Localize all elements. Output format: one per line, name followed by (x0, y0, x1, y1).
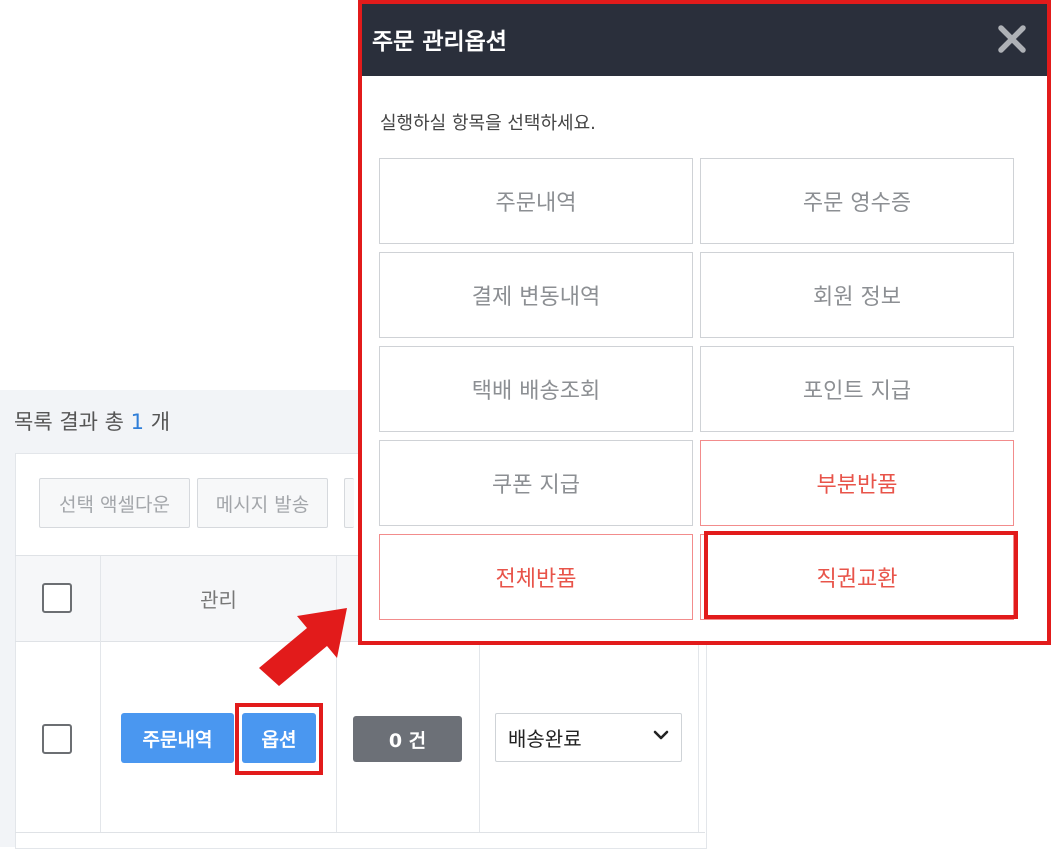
divider (15, 832, 705, 833)
result-count-number: 1 (130, 410, 145, 434)
option-highlight-box (235, 703, 323, 775)
column-divider (336, 556, 337, 832)
toolbar-button-partial[interactable] (344, 478, 354, 528)
select-all-checkbox[interactable] (42, 583, 72, 613)
status-select-value: 배송완료 (508, 727, 582, 751)
order-history-button[interactable]: 주문내역 (121, 713, 234, 763)
result-suffix: 개 (150, 410, 171, 434)
send-message-button[interactable]: 메시지 발송 (197, 478, 328, 528)
option-partial-return[interactable]: 부분반품 (700, 440, 1014, 526)
option-payment-changes[interactable]: 결제 변동내역 (379, 252, 693, 338)
count-badge-button[interactable]: 0 건 (353, 716, 462, 762)
close-icon[interactable] (995, 22, 1029, 56)
option-member-info[interactable]: 회원 정보 (700, 252, 1014, 338)
excel-download-button[interactable]: 선택 액셀다운 (39, 478, 190, 528)
option-full-return[interactable]: 전체반품 (379, 534, 693, 620)
status-select[interactable]: 배송완료 (495, 713, 682, 762)
modal-header: 주문 관리옵션 (362, 4, 1047, 76)
pointer-arrow-icon (259, 608, 347, 686)
option-order-receipt[interactable]: 주문 영수증 (700, 158, 1014, 244)
option-grant-coupon[interactable]: 쿠폰 지급 (379, 440, 693, 526)
option-order-history[interactable]: 주문내역 (379, 158, 693, 244)
option-delivery-tracking[interactable]: 택배 배송조회 (379, 346, 693, 432)
row-checkbox[interactable] (42, 724, 72, 754)
chevron-down-icon (653, 730, 669, 740)
result-prefix: 목록 결과 총 (14, 410, 124, 434)
modal-message: 실행하실 항목을 선택하세요. (380, 113, 596, 134)
option-grant-points[interactable]: 포인트 지급 (700, 346, 1014, 432)
column-divider (479, 641, 480, 832)
modal-title: 주문 관리옵션 (372, 29, 507, 55)
exchange-highlight-box (704, 531, 1018, 619)
order-options-modal: 주문 관리옵션 실행하실 항목을 선택하세요. 주문내역 주문 영수증 결제 변… (358, 0, 1051, 645)
column-divider (698, 641, 699, 832)
result-count: 목록 결과 총 1 개 (14, 406, 170, 436)
